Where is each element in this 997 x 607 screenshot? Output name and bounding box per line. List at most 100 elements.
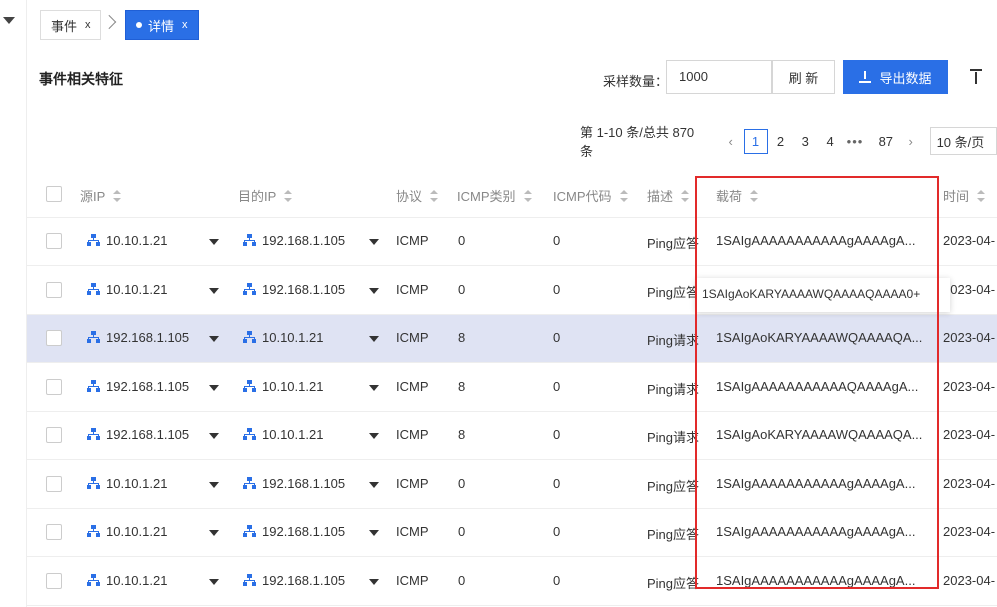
row-checkbox[interactable]: [46, 572, 62, 589]
caret-down-icon[interactable]: [209, 287, 219, 294]
cell-description: Ping请求: [647, 333, 699, 348]
caret-down-icon[interactable]: [209, 384, 219, 391]
cell-src-ip[interactable]: 10.10.1.21: [87, 476, 207, 491]
caret-down-icon[interactable]: [209, 530, 219, 536]
cell-src-ip[interactable]: 10.10.1.21: [87, 282, 207, 297]
network-icon: [243, 428, 256, 440]
cell-time: 2023-04-: [943, 378, 996, 394]
caret-down-icon[interactable]: [369, 530, 379, 536]
caret-down-icon[interactable]: [369, 481, 379, 488]
caret-down-icon[interactable]: [209, 433, 219, 439]
refresh-button[interactable]: 刷 新: [772, 60, 835, 94]
tab-events-label: 事件: [51, 18, 78, 34]
prev-page-icon[interactable]: ‹: [719, 129, 743, 154]
col-protocol[interactable]: 协议: [396, 186, 439, 205]
select-all-checkbox[interactable]: [46, 186, 62, 202]
cell-src-ip[interactable]: 10.10.1.21: [87, 573, 207, 588]
caret-down-icon[interactable]: [369, 578, 379, 585]
cell-dst-ip[interactable]: 192.168.1.105: [243, 573, 367, 588]
caret-down-icon[interactable]: [369, 336, 379, 342]
col-dst-ip[interactable]: 目的IP: [238, 186, 293, 205]
cell-payload[interactable]: 1SAIgAAAAAAAAAAAgAAAAgA...: [716, 524, 924, 539]
row-checkbox[interactable]: [46, 378, 62, 395]
page-last[interactable]: 87: [874, 129, 898, 154]
row-checkbox[interactable]: [46, 427, 62, 443]
col-payload[interactable]: 载荷: [716, 186, 759, 205]
cell-dst-ip[interactable]: 10.10.1.21: [243, 379, 367, 394]
export-data-button[interactable]: 导出数据: [843, 60, 948, 94]
table-row[interactable]: 10.10.1.21 192.168.1.105 ICMP 0 0 Ping应答 1SAIg…: [27, 218, 997, 266]
caret-down-icon[interactable]: [209, 336, 219, 342]
page-size-select[interactable]: 10 条/页: [929, 127, 997, 155]
table-row[interactable]: 10.10.1.21 192.168.1.105 ICMP 0 0 Ping应答 1SAIg…: [27, 460, 997, 509]
download-icon: [859, 71, 872, 83]
table-row[interactable]: 10.10.1.21 192.168.1.105 ICMP 0 0 Ping应答 1SAIg…: [27, 509, 997, 557]
caret-down-icon[interactable]: [369, 287, 379, 294]
tab-detail[interactable]: 详情 x: [125, 10, 199, 40]
page-3[interactable]: 3: [793, 129, 817, 154]
cell-src-ip[interactable]: 10.10.1.21: [87, 524, 207, 539]
row-checkbox[interactable]: [46, 281, 62, 298]
cell-payload[interactable]: 1SAIgAoKARYAAAAWQAAAAQA...: [716, 427, 924, 442]
page-2[interactable]: 2: [769, 129, 793, 154]
cell-icmp-code: 0: [553, 427, 561, 442]
col-src-ip[interactable]: 源IP: [80, 186, 122, 205]
row-checkbox[interactable]: [46, 330, 62, 346]
caret-down-icon[interactable]: [369, 384, 379, 391]
cell-dst-ip[interactable]: 10.10.1.21: [243, 330, 367, 345]
cell-dst-ip[interactable]: 192.168.1.105: [243, 476, 367, 491]
caret-down-icon[interactable]: [369, 239, 379, 245]
cell-protocol: ICMP: [396, 281, 429, 297]
page-ellipsis[interactable]: •••: [843, 129, 867, 154]
cell-protocol: ICMP: [396, 330, 429, 345]
cell-protocol: ICMP: [396, 524, 429, 539]
col-description[interactable]: 描述: [647, 186, 690, 205]
page-1[interactable]: 1: [743, 128, 768, 154]
section-title: 事件相关特征: [39, 71, 123, 87]
col-icmp-type[interactable]: ICMP类别: [457, 186, 532, 205]
cell-payload[interactable]: 1SAIgAAAAAAAAAAAQAAAAgA...: [716, 379, 924, 394]
cell-payload[interactable]: 1SAIgAAAAAAAAAAAgAAAAgA...: [716, 476, 924, 491]
back-to-top-icon[interactable]: [970, 69, 982, 85]
chevron-right-icon: [102, 14, 117, 30]
caret-down-icon[interactable]: [209, 239, 219, 245]
col-time[interactable]: 时间: [943, 186, 986, 205]
row-checkbox[interactable]: [46, 524, 62, 540]
caret-down-icon[interactable]: [209, 481, 219, 488]
network-icon: [87, 282, 100, 295]
table-row[interactable]: 192.168.1.105 10.10.1.21 ICMP 8 0 Ping请求 1SAIg…: [27, 315, 997, 363]
table-row[interactable]: 10.10.1.21 192.168.1.105 ICMP 0 0 Ping应答 1SAIg…: [27, 557, 997, 606]
sample-count-input[interactable]: 1000: [666, 60, 772, 94]
caret-down-icon[interactable]: [209, 578, 219, 585]
cell-time: 2023-04-: [943, 427, 996, 442]
cell-payload[interactable]: 1SAIgAAAAAAAAAAAgAAAAgA...: [716, 573, 924, 588]
cell-dst-ip[interactable]: 10.10.1.21: [243, 427, 367, 442]
network-icon: [243, 525, 256, 537]
network-icon: [243, 282, 256, 295]
payload-tooltip: 1SAIgAoKARYAAAAWQAAAAQAAAA0+: [696, 278, 950, 312]
table-row[interactable]: 192.168.1.105 10.10.1.21 ICMP 8 0 Ping请求 1SAIg…: [27, 412, 997, 460]
cell-payload[interactable]: 1SAIgAoKARYAAAAWQAAAAQA...: [716, 330, 924, 345]
cell-payload[interactable]: 1SAIgAAAAAAAAAAAgAAAAgA...: [716, 233, 924, 248]
caret-down-icon[interactable]: [369, 433, 379, 439]
cell-dst-ip[interactable]: 192.168.1.105: [243, 233, 367, 248]
tab-events[interactable]: 事件 x: [40, 10, 101, 40]
cell-dst-ip[interactable]: 192.168.1.105: [243, 524, 367, 539]
next-page-icon[interactable]: ›: [899, 129, 923, 154]
tab-events-close-icon[interactable]: x: [85, 19, 91, 31]
cell-src-ip[interactable]: 10.10.1.21: [87, 233, 207, 248]
cell-src-ip[interactable]: 192.168.1.105: [87, 427, 207, 442]
tab-detail-close-icon[interactable]: x: [182, 19, 188, 31]
cell-src-ip[interactable]: 192.168.1.105: [87, 379, 207, 394]
cell-icmp-code: 0: [553, 572, 561, 588]
network-icon: [87, 428, 100, 440]
page-4[interactable]: 4: [818, 129, 842, 154]
network-icon: [87, 234, 100, 246]
cell-dst-ip[interactable]: 192.168.1.105: [243, 282, 367, 297]
col-icmp-code[interactable]: ICMP代码: [553, 186, 628, 205]
row-checkbox[interactable]: [46, 233, 62, 249]
row-checkbox[interactable]: [46, 475, 62, 492]
cell-src-ip[interactable]: 192.168.1.105: [87, 330, 207, 345]
table-row[interactable]: 192.168.1.105 10.10.1.21 ICMP 8 0 Ping请求 1SAIg…: [27, 363, 997, 412]
collapse-caret-icon[interactable]: [3, 17, 15, 24]
